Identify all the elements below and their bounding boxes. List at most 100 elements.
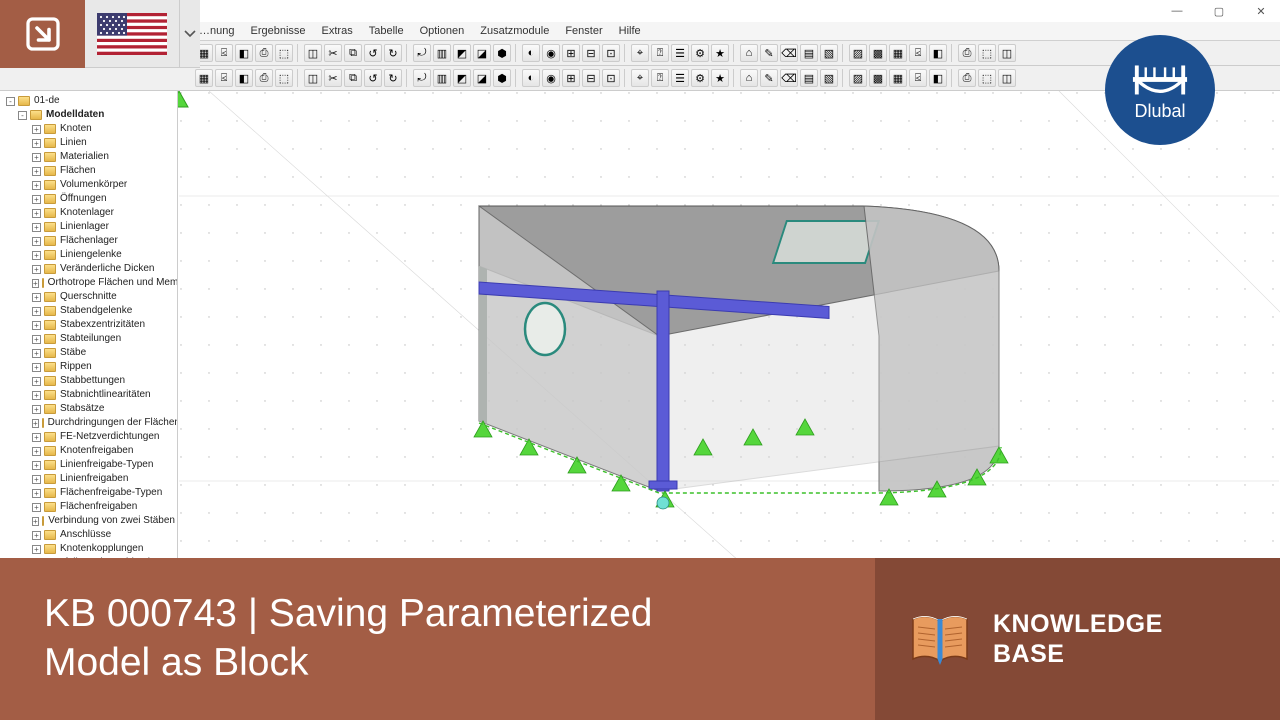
toolbar-button[interactable]: ⊞ — [562, 44, 580, 62]
toolbar-button[interactable]: ◫ — [998, 44, 1016, 62]
tree-item[interactable]: Öffnungen — [60, 192, 107, 206]
tree-root[interactable]: 01-de — [34, 94, 60, 108]
tree-item[interactable]: Stabteilungen — [60, 332, 121, 346]
toolbar-button[interactable]: ⤾ — [413, 44, 431, 62]
tree-item[interactable]: Knotenlager — [60, 206, 114, 220]
toolbar-button[interactable]: ☰ — [671, 69, 689, 87]
menu-item[interactable]: Optionen — [416, 24, 469, 38]
toolbar-button[interactable]: ⤾ — [413, 69, 431, 87]
toolbar-button[interactable]: ↻ — [384, 69, 402, 87]
tree-item[interactable]: Anschlüsse — [60, 528, 111, 542]
window-maximize-button[interactable]: ▢ — [1204, 2, 1234, 20]
toolbar-button[interactable]: ↻ — [384, 44, 402, 62]
toolbar-button[interactable]: ▧ — [820, 44, 838, 62]
toolbar-button[interactable]: ⍰ — [651, 44, 669, 62]
toolbar-button[interactable]: ⬚ — [978, 69, 996, 87]
tree-item[interactable]: Orthotrope Flächen und Membr… — [48, 276, 178, 290]
toolbar-button[interactable]: ▦ — [889, 44, 907, 62]
toolbar-button[interactable]: ⧉ — [344, 44, 362, 62]
menu-item[interactable]: Zusatzmodule — [476, 24, 553, 38]
menu-item[interactable]: Extras — [318, 24, 357, 38]
menu-item[interactable]: Fenster — [561, 24, 606, 38]
toolbar-button[interactable]: ◪ — [473, 44, 491, 62]
toolbar-button[interactable]: ◉ — [542, 69, 560, 87]
toolbar-button[interactable]: ↺ — [364, 69, 382, 87]
toolbar-button[interactable]: ⎙ — [255, 44, 273, 62]
toolbar-button[interactable]: ⎙ — [255, 69, 273, 87]
tree-item[interactable]: Linien — [60, 136, 87, 150]
toolbar-button[interactable]: ◪ — [473, 69, 491, 87]
toolbar-button[interactable]: ▥ — [433, 69, 451, 87]
toolbar-button[interactable]: ⬚ — [275, 69, 293, 87]
toolbar-button[interactable]: ✎ — [760, 44, 778, 62]
tree-item[interactable]: Knotenfreigaben — [60, 444, 133, 458]
toolbar-button[interactable]: ⍃ — [215, 44, 233, 62]
toolbar-button[interactable]: ▥ — [433, 44, 451, 62]
tree-item[interactable]: Stabendgelenke — [60, 304, 132, 318]
tree-item[interactable]: Flächenlager — [60, 234, 118, 248]
tree-item[interactable]: Flächen — [60, 164, 96, 178]
tree-item[interactable]: Materialien — [60, 150, 109, 164]
toolbar-button[interactable]: ◩ — [453, 69, 471, 87]
toolbar-button[interactable]: ⍰ — [651, 69, 669, 87]
toolbar-button[interactable]: ⍃ — [215, 69, 233, 87]
toolbar-button[interactable]: ▨ — [849, 44, 867, 62]
toolbar-button[interactable]: ◫ — [998, 69, 1016, 87]
toolbar-button[interactable]: ◉ — [542, 44, 560, 62]
toolbar-button[interactable]: ⚙ — [691, 69, 709, 87]
toolbar-button[interactable]: ✂ — [324, 69, 342, 87]
toolbar-button[interactable]: ⬢ — [493, 44, 511, 62]
toolbar-button[interactable]: ⌂ — [740, 44, 758, 62]
tree-group[interactable]: Modelldaten — [46, 108, 104, 122]
toolbar-button[interactable]: ▧ — [820, 69, 838, 87]
toolbar-button[interactable]: ▤ — [800, 69, 818, 87]
menu-item[interactable]: Tabelle — [365, 24, 408, 38]
toolbar-button[interactable]: ▦ — [889, 69, 907, 87]
tree-item[interactable]: Linienfreigaben — [60, 472, 128, 486]
toolbar-button[interactable]: ◩ — [453, 44, 471, 62]
menu-item[interactable]: Ergebnisse — [246, 24, 309, 38]
toolbar-button[interactable]: ◧ — [235, 44, 253, 62]
toolbar-button[interactable]: ◐ — [522, 69, 540, 87]
toolbar-button[interactable]: ▦ — [195, 69, 213, 87]
tree-item[interactable]: Linienlager — [60, 220, 109, 234]
toolbar-button[interactable]: ☰ — [671, 44, 689, 62]
toolbar-button[interactable]: ⎙ — [958, 44, 976, 62]
tree-item[interactable]: FE-Netzverdichtungen — [60, 430, 160, 444]
toolbar-button[interactable]: ⌫ — [780, 44, 798, 62]
tree-item[interactable]: Linienfreigabe-Typen — [60, 458, 153, 472]
toolbar-button[interactable]: ◧ — [235, 69, 253, 87]
3d-viewport[interactable] — [178, 91, 1280, 561]
tree-item[interactable]: Knoten — [60, 122, 92, 136]
navigator-tree[interactable]: -01-de -Modelldaten +Knoten+Linien+Mater… — [0, 91, 178, 561]
toolbar-button[interactable]: ⌖ — [631, 69, 649, 87]
toolbar-button[interactable]: ★ — [711, 44, 729, 62]
toolbar-button[interactable]: ★ — [711, 69, 729, 87]
tree-item[interactable]: Verbindung von zwei Stäben — [48, 514, 175, 528]
toolbar-button[interactable]: ⊡ — [602, 44, 620, 62]
toolbar-button[interactable]: ⬚ — [275, 44, 293, 62]
toolbar-button[interactable]: ⊡ — [602, 69, 620, 87]
toolbar-button[interactable]: ◫ — [304, 69, 322, 87]
window-close-button[interactable]: ✕ — [1246, 2, 1276, 20]
tree-item[interactable]: Knotenkopplungen — [60, 542, 143, 556]
toolbar-button[interactable]: ⬚ — [978, 44, 996, 62]
toolbar-button[interactable]: ◧ — [929, 44, 947, 62]
tree-item[interactable]: Durchdringungen der Flächen — [48, 416, 178, 430]
toolbar-button[interactable]: ⚙ — [691, 44, 709, 62]
toolbar-button[interactable]: ⍃ — [909, 69, 927, 87]
toolbar-button[interactable]: ⍃ — [909, 44, 927, 62]
toolbar-button[interactable]: ▤ — [800, 44, 818, 62]
toolbar-button[interactable]: ⬢ — [493, 69, 511, 87]
toolbar-button[interactable]: ⊟ — [582, 44, 600, 62]
window-minimize-button[interactable]: — — [1162, 2, 1192, 20]
tree-item[interactable]: Volumenkörper — [60, 178, 127, 192]
toolbar-button[interactable]: ◐ — [522, 44, 540, 62]
menu-item[interactable]: Hilfe — [615, 24, 645, 38]
chevron-down-icon[interactable] — [180, 0, 200, 68]
tree-item[interactable]: Stabexzentrizitäten — [60, 318, 145, 332]
toolbar-button[interactable]: ⎙ — [958, 69, 976, 87]
toolbar-button[interactable]: ▨ — [849, 69, 867, 87]
tree-item[interactable]: Rippen — [60, 360, 92, 374]
tree-item[interactable]: Querschnitte — [60, 290, 117, 304]
